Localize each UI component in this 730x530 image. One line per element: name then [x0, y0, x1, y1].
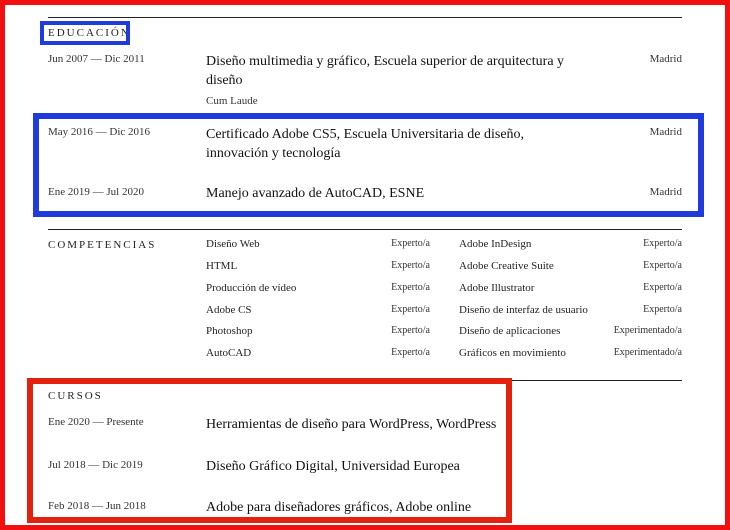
skill-right-3-level: Experto/a	[643, 282, 682, 293]
rule-skills	[48, 229, 682, 230]
course-title-2: Diseño Gráfico Digital, Universidad Euro…	[206, 459, 460, 474]
skill-right-3: Adobe Illustrator	[459, 282, 535, 294]
course-title-1: Herramientas de diseño para WordPress, W…	[206, 417, 497, 432]
education-note-1: Cum Laude	[206, 95, 258, 107]
skill-left-1: Diseño Web	[206, 238, 260, 250]
skill-left-3: Producción de vídeo	[206, 282, 297, 294]
course-title-3: Adobe para diseñadores gráficos, Adobe o…	[206, 500, 472, 515]
education-city-1: Madrid	[649, 53, 682, 65]
education-date-1: Jun 2007 — Dic 2011	[48, 53, 145, 65]
rule-courses	[48, 380, 682, 381]
skill-right-4: Diseño de interfaz de usuario	[459, 304, 588, 316]
skill-left-2-level: Experto/a	[391, 260, 430, 271]
skill-right-6: Gráficos en movimiento	[459, 347, 566, 359]
course-date-3: Feb 2018 — Jun 2018	[48, 500, 146, 512]
education-city-2: Madrid	[649, 126, 682, 138]
skill-right-2: Adobe Creative Suite	[459, 260, 554, 272]
skill-left-4: Adobe CS	[206, 304, 252, 316]
skill-right-6-level: Experimentado/a	[613, 347, 682, 358]
skill-left-2: HTML	[206, 260, 238, 272]
skill-right-1-level: Experto/a	[643, 238, 682, 249]
education-date-2: May 2016 — Dic 2016	[48, 126, 151, 138]
courses-heading: CURSOS	[48, 390, 103, 402]
education-heading: EDUCACIÓN	[48, 27, 131, 39]
skill-left-6-level: Experto/a	[391, 347, 430, 358]
education-title-1: Diseño multimedia y gráfico, Escuela sup…	[206, 54, 565, 88]
skill-left-3-level: Experto/a	[391, 282, 430, 293]
education-title-2: Certificado Adobe CS5, Escuela Universit…	[206, 127, 525, 161]
education-city-3: Madrid	[649, 186, 682, 198]
skill-right-1: Adobe InDesign	[459, 238, 532, 250]
course-date-2: Jul 2018 — Dic 2019	[48, 459, 143, 471]
skill-right-4-level: Experto/a	[643, 304, 682, 315]
skill-left-6: AutoCAD	[206, 347, 252, 359]
skill-left-1-level: Experto/a	[391, 238, 430, 249]
course-date-1: Ene 2020 — Presente	[48, 416, 144, 428]
skills-heading: COMPETENCIAS	[48, 239, 157, 251]
rule-top	[48, 17, 682, 18]
skill-left-5: Photoshop	[206, 325, 253, 337]
skill-left-4-level: Experto/a	[391, 304, 430, 315]
education-date-3: Ene 2019 — Jul 2020	[48, 186, 144, 198]
skill-left-5-level: Experto/a	[391, 325, 430, 336]
skill-right-5: Diseño de aplicaciones	[459, 325, 561, 337]
rule-education-1	[48, 118, 682, 119]
skill-right-2-level: Experto/a	[643, 260, 682, 271]
education-title-3: Manejo avanzado de AutoCAD, ESNE	[206, 186, 425, 201]
skill-right-5-level: Experimentado/a	[613, 325, 682, 336]
